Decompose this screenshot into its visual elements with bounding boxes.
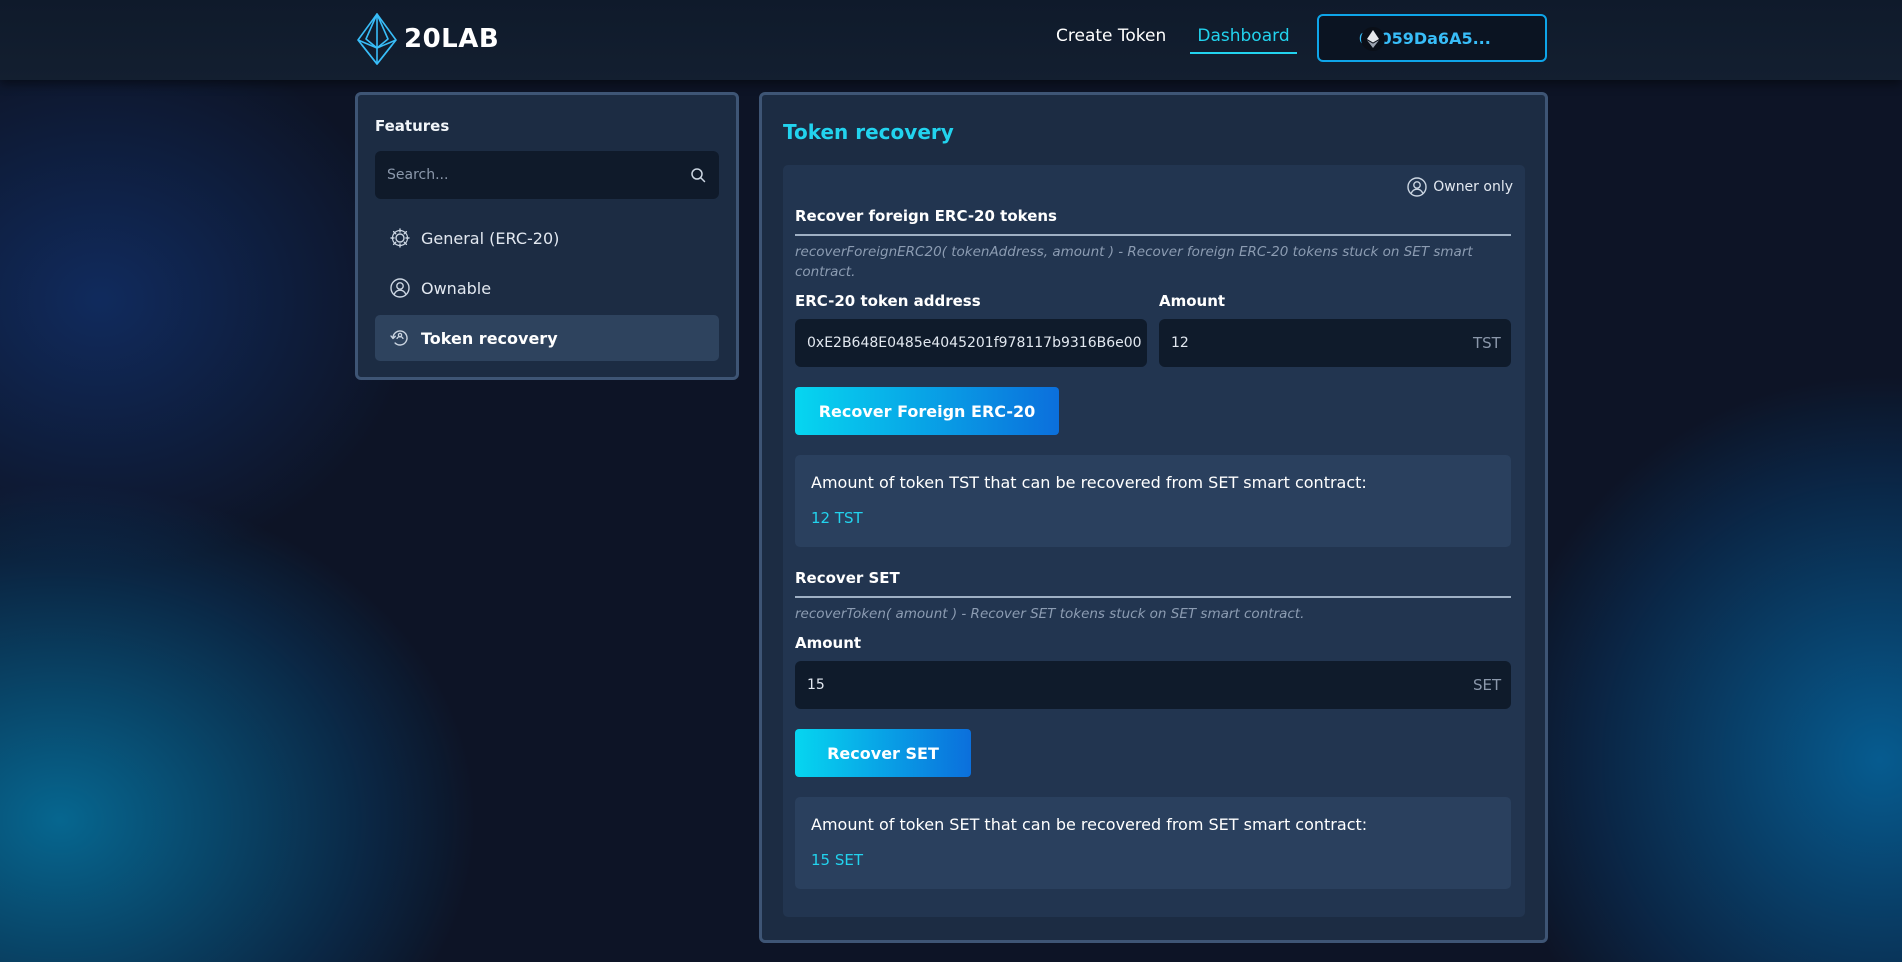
- sidebar-title: Features: [375, 117, 450, 135]
- gear-icon: [390, 228, 410, 248]
- foreign-description: recoverForeignERC20( tokenAddress, amoun…: [795, 244, 1473, 280]
- logo[interactable]: 20LAB: [354, 12, 499, 66]
- sidebar-item-general[interactable]: General (ERC-20): [375, 215, 719, 261]
- sidebar-item-label: General (ERC-20): [421, 228, 560, 248]
- user-circle-icon: [390, 278, 410, 298]
- set-amount-suffix: SET: [1473, 676, 1502, 694]
- search-icon[interactable]: [690, 167, 706, 183]
- sidebar-item-label: Token recovery: [421, 328, 558, 348]
- recovery-card: Owner only Recover foreign ERC-20 tokens…: [783, 165, 1525, 917]
- logo-text: 20LAB: [404, 24, 500, 54]
- sidebar-item-token-recovery[interactable]: Token recovery: [375, 315, 719, 361]
- sidebar-item-label: Ownable: [421, 278, 492, 298]
- search-input[interactable]: [375, 151, 719, 199]
- foreign-amount-input[interactable]: [1159, 319, 1511, 367]
- ethereum-icon: [1361, 27, 1385, 51]
- set-info-box: Amount of token SET that can be recovere…: [795, 797, 1511, 889]
- logo-diamond-icon: [357, 13, 397, 65]
- features-sidebar: Features General (ERC-20) Ownable Token …: [355, 92, 739, 380]
- foreign-info-box: Amount of token TST that can be recovere…: [795, 455, 1511, 547]
- token-address-label: ERC-20 token address: [795, 292, 981, 310]
- main-panel: Token recovery Owner only Recover foreig…: [759, 92, 1548, 943]
- owner-only-label: Owner only: [1433, 179, 1513, 195]
- nav-dashboard[interactable]: Dashboard: [1190, 26, 1297, 54]
- foreign-section-title: Recover foreign ERC-20 tokens: [795, 207, 1057, 225]
- top-header: 20LAB Create Token Dashboard 0x059Da6A5.…: [0, 0, 1902, 80]
- page-title: Token recovery: [783, 120, 954, 144]
- set-info-text: Amount of token SET that can be recovere…: [811, 815, 1368, 834]
- amount-label: Amount: [1159, 292, 1226, 310]
- set-info-value: 15 SET: [811, 851, 864, 869]
- foreign-info-text: Amount of token TST that can be recovere…: [811, 473, 1367, 492]
- set-description: recoverToken( amount ) - Recover SET tok…: [795, 606, 1305, 622]
- owner-only-badge: Owner only: [1406, 176, 1513, 198]
- user-circle-icon: [1407, 177, 1427, 197]
- set-amount-input[interactable]: [795, 661, 1511, 709]
- wallet-button[interactable]: 0x059Da6A5...: [1317, 14, 1547, 62]
- token-address-input[interactable]: [795, 319, 1147, 367]
- section-divider: [795, 234, 1511, 236]
- foreign-amount-suffix: TST: [1473, 334, 1501, 352]
- section-divider: [795, 596, 1511, 598]
- sidebar-item-ownable[interactable]: Ownable: [375, 265, 719, 311]
- recover-foreign-button[interactable]: Recover Foreign ERC-20: [795, 387, 1059, 435]
- foreign-info-value: 12 TST: [811, 509, 863, 527]
- set-section-title: Recover SET: [795, 569, 900, 587]
- recover-set-button[interactable]: Recover SET: [795, 729, 971, 777]
- nav-create-token[interactable]: Create Token: [1056, 26, 1166, 46]
- set-amount-label: Amount: [795, 634, 862, 652]
- recovery-icon: [390, 330, 408, 346]
